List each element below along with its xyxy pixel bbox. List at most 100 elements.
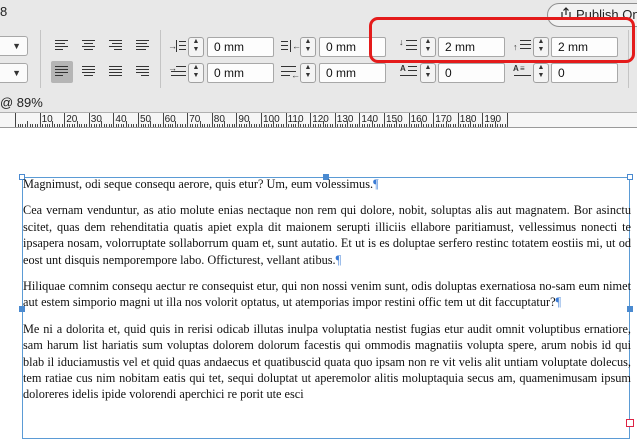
ruler-tick: [29, 124, 31, 127]
right-indent-stepper[interactable]: ▲ ▼: [300, 37, 316, 57]
left-indent-stepper[interactable]: ▲ ▼: [188, 37, 204, 57]
divider: [40, 30, 41, 88]
ruler-tick: [17, 124, 19, 127]
ruler-tick: [231, 124, 233, 127]
ruler-tick: [204, 124, 206, 127]
ruler-tick: [27, 121, 29, 127]
ruler-label: 120: [312, 114, 329, 125]
ruler-label: 20: [66, 114, 78, 125]
space-after-field[interactable]: 2 mm: [551, 37, 618, 57]
ruler-tick: [86, 124, 88, 127]
right-indent-field[interactable]: 0 mm: [319, 37, 386, 57]
share-icon: [560, 7, 572, 22]
ruler-tick: [507, 113, 508, 127]
justify-left-button[interactable]: [51, 61, 73, 83]
chevron-down-icon: ▼: [12, 41, 21, 51]
divider: [628, 30, 629, 88]
character-style-dropdown[interactable]: ▼: [0, 63, 28, 83]
ruler-tick: [256, 124, 258, 127]
align-towards-spine-button[interactable]: [132, 35, 154, 57]
ruler-label: 130: [336, 114, 354, 125]
ruler-tick: [155, 124, 157, 127]
ruler-tick: [280, 124, 282, 127]
zoom-level[interactable]: @ 89%: [0, 95, 43, 110]
ruler-tick: [283, 124, 285, 127]
space-before-icon: ↓: [399, 38, 417, 54]
first-line-indent-icon: →: [168, 64, 186, 80]
ruler-label: 30: [90, 114, 102, 125]
ruler-label: 180: [459, 114, 477, 125]
last-line-indent-icon: ←: [281, 64, 300, 80]
ruler-tick: [504, 124, 506, 127]
paragraph-style-dropdown[interactable]: ▼: [0, 36, 28, 56]
align-right-button[interactable]: [105, 35, 127, 57]
ruler-tick: [177, 124, 179, 127]
drop-cap-chars-icon: A ≡: [513, 64, 531, 80]
ruler-tick: [477, 124, 479, 127]
drop-cap-lines-stepper[interactable]: ▲ ▼: [420, 63, 436, 83]
ruler-label: 40: [115, 114, 127, 125]
publish-online-button[interactable]: Publish On: [547, 3, 637, 27]
ruler-tick: [258, 124, 260, 127]
ruler-tick: [307, 124, 309, 127]
ruler-label: 60: [164, 114, 176, 125]
ruler-tick: [22, 124, 24, 127]
ruler-tick: [251, 124, 253, 127]
drop-cap-lines-icon: A: [399, 64, 417, 80]
ruler-tick: [430, 124, 432, 127]
ruler-tick: [59, 124, 61, 127]
ruler-label: 150: [386, 114, 403, 125]
ruler-tick: [103, 124, 105, 127]
ruler-label: 10: [41, 114, 53, 125]
ruler-tick: [334, 113, 336, 127]
drop-cap-lines-field[interactable]: 0: [438, 63, 505, 83]
first-line-indent-field[interactable]: 0 mm: [207, 63, 274, 83]
document-canvas[interactable]: Magnimust, odi seque consequ aerore, qui…: [0, 128, 637, 443]
ruler-tick: [379, 124, 381, 127]
ruler-tick: [433, 113, 435, 127]
ruler-tick: [457, 113, 459, 127]
overset-text-port[interactable]: [626, 419, 634, 427]
ruler-tick: [285, 113, 287, 127]
align-left-button[interactable]: [51, 35, 73, 57]
ruler-tick: [56, 124, 58, 127]
ruler-tick: [110, 124, 112, 127]
ruler-tick: [305, 124, 307, 127]
ruler-tick: [37, 124, 39, 127]
ruler-tick: [211, 113, 213, 127]
justify-center-button[interactable]: [78, 61, 100, 83]
ruler-tick: [160, 124, 162, 127]
ruler-tick: [83, 124, 85, 127]
divider: [160, 30, 161, 88]
ruler-tick: [359, 113, 361, 127]
space-after-stepper[interactable]: ▲ ▼: [533, 37, 549, 57]
justify-all-button[interactable]: [105, 61, 127, 83]
ruler-tick: [157, 124, 159, 127]
ruler-tick: [384, 113, 385, 127]
ruler-tick: [133, 124, 135, 127]
paragraph: Me ni a dolorita et, quid quis in rerisi…: [23, 321, 631, 402]
story-text[interactable]: Magnimust, odi seque consequ aerore, qui…: [23, 176, 631, 413]
space-before-stepper[interactable]: ▲ ▼: [420, 37, 436, 57]
window-title-fragment: 8: [0, 4, 8, 19]
ruler-label: 50: [140, 114, 152, 125]
right-indent-icon: ←: [281, 38, 301, 54]
last-line-indent-field[interactable]: 0 mm: [319, 63, 386, 83]
ruler-tick: [88, 113, 90, 127]
ruler-tick: [108, 124, 110, 127]
ruler-tick: [61, 124, 63, 127]
drop-cap-chars-field[interactable]: 0: [551, 63, 618, 83]
first-line-indent-stepper[interactable]: ▲ ▼: [188, 63, 204, 83]
space-after-icon: ↑: [513, 38, 531, 54]
last-line-indent-stepper[interactable]: ▲ ▼: [300, 63, 316, 83]
align-center-button[interactable]: [78, 35, 100, 57]
ruler-tick: [135, 124, 137, 127]
justify-right-button[interactable]: [132, 61, 154, 83]
ruler-label: 100: [263, 114, 280, 125]
drop-cap-chars-stepper[interactable]: ▲ ▼: [533, 63, 549, 83]
left-indent-field[interactable]: 0 mm: [207, 37, 274, 57]
space-before-field[interactable]: 2 mm: [438, 37, 505, 57]
paragraph: Cea vernam venduntur, as atio molute eni…: [23, 203, 631, 267]
ruler-tick: [179, 124, 181, 127]
horizontal-ruler[interactable]: 10 20 30 40 50 60 70 80 90 100 110 120 130 140 150 160 1…: [0, 112, 637, 128]
